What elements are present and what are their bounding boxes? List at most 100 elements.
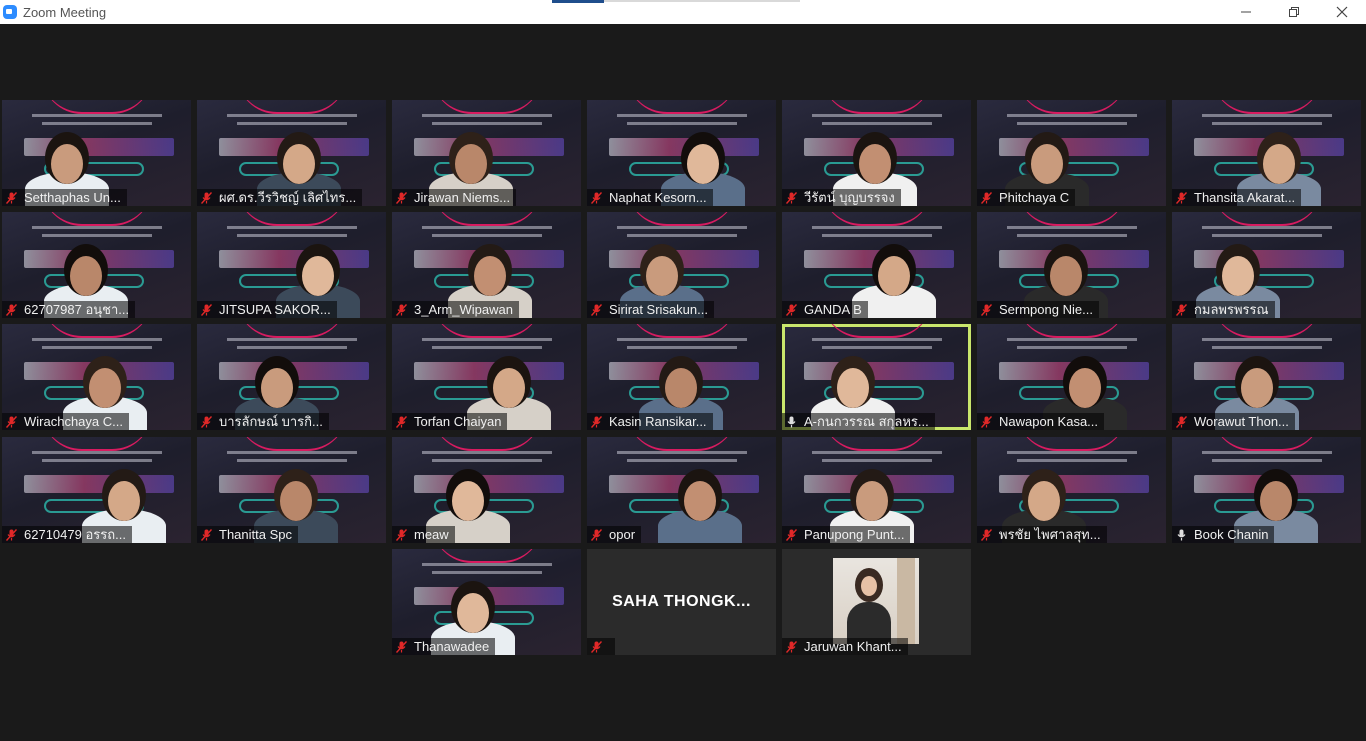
participant-tile[interactable]: 62710479 อรรถ...	[2, 437, 191, 543]
maximize-button[interactable]	[1270, 0, 1318, 24]
participant-name-bar: Setthaphas Un...	[2, 189, 127, 206]
participant-name-bar: meaw	[392, 526, 455, 543]
participant-tile[interactable]: Torfan Chaiyan	[392, 324, 581, 430]
close-icon	[1336, 6, 1348, 18]
participant-name: meaw	[414, 527, 449, 542]
window-controls	[1222, 0, 1366, 24]
muted-mic-icon	[981, 415, 992, 428]
muted-mic-icon	[201, 528, 212, 541]
participant-name-bar: Sermpong Nie...	[977, 301, 1099, 318]
participant-name-bar: Torfan Chaiyan	[392, 413, 508, 430]
slide-decoration	[42, 324, 152, 338]
participant-tile[interactable]: Kasin Ransikar...	[587, 324, 776, 430]
participant-tile[interactable]: Thansita Akarat...	[1172, 100, 1361, 206]
participant-name-bar: Sirirat Srisakun...	[587, 301, 714, 318]
participant-name: Panupong Punt...	[804, 527, 905, 542]
participant-name: A-กนกวรรณ สกุลหร...	[804, 414, 929, 429]
slide-decoration	[432, 100, 542, 114]
muted-mic-icon	[591, 191, 602, 204]
participant-tile[interactable]: Jaruwan Khant...	[782, 549, 971, 655]
participant-tile[interactable]: กมลพรพรรณ	[1172, 212, 1361, 318]
muted-mic-icon	[201, 415, 212, 428]
slide-decoration	[822, 100, 932, 114]
participant-tile[interactable]: SAHA THONGK...	[587, 549, 776, 655]
participant-name: opor	[609, 527, 636, 542]
minimize-button[interactable]	[1222, 0, 1270, 24]
participant-tile[interactable]: 3_Arm_Wipawan	[392, 212, 581, 318]
participant-name: 62710479 อรรถ...	[24, 527, 126, 542]
participant-name-bar: 62710479 อรรถ...	[2, 526, 132, 543]
participant-name: บารลักษณ์ บารกิ...	[219, 414, 323, 429]
participant-tile[interactable]: JITSUPA SAKOR...	[197, 212, 386, 318]
participant-name: Book Chanin	[1194, 527, 1269, 542]
participant-tile[interactable]: Thanawadee	[392, 549, 581, 655]
participant-tile[interactable]: Setthaphas Un...	[2, 100, 191, 206]
muted-mic-icon	[591, 640, 602, 653]
muted-mic-icon	[6, 528, 17, 541]
participant-name-bar: Book Chanin	[1172, 526, 1275, 543]
participant-tile[interactable]: พรชัย ไพศาลสุท...	[977, 437, 1166, 543]
participant-name: ผศ.ดร.วีรวิชญ์ เลิศไทร...	[219, 190, 357, 205]
participant-name: Naphat Kesorn...	[609, 190, 707, 205]
muted-mic-icon	[6, 191, 17, 204]
slide-decoration	[237, 324, 347, 338]
slide-decoration	[1017, 100, 1127, 114]
participant-name: Phitchaya C	[999, 190, 1070, 205]
participant-name-bar: opor	[587, 526, 642, 543]
participant-tile[interactable]: GANDA B	[782, 212, 971, 318]
muted-mic-icon	[396, 415, 407, 428]
muted-mic-icon	[6, 303, 17, 316]
participant-tile[interactable]: Thanitta Spc	[197, 437, 386, 543]
participant-tile[interactable]: Nawapon Kasa...	[977, 324, 1166, 430]
participant-name-bar: วีรัตน์ บุญบรรจง	[782, 189, 901, 206]
participant-name-bar: Panupong Punt...	[782, 526, 911, 543]
participant-tile[interactable]: บารลักษณ์ บารกิ...	[197, 324, 386, 430]
participant-name: Setthaphas Un...	[24, 190, 121, 205]
muted-mic-icon	[396, 640, 407, 653]
participant-tile[interactable]: Worawut Thon...	[1172, 324, 1361, 430]
participant-name-bar: Jirawan Niems...	[392, 189, 517, 206]
participant-tile[interactable]: วีรัตน์ บุญบรรจง	[782, 100, 971, 206]
participant-video	[655, 453, 745, 543]
slide-decoration	[822, 324, 932, 338]
slide-decoration	[1212, 437, 1322, 451]
participant-tile[interactable]: ผศ.ดร.วีรวิชญ์ เลิศไทร...	[197, 100, 386, 206]
participant-tile[interactable]: Wirachchaya C...	[2, 324, 191, 430]
muted-mic-icon	[591, 528, 602, 541]
participant-tile[interactable]: A-กนกวรรณ สกุลหร...	[782, 324, 971, 430]
participant-name-bar: Wirachchaya C...	[2, 413, 129, 430]
participant-tile[interactable]: Book Chanin	[1172, 437, 1361, 543]
slide-decoration	[432, 324, 542, 338]
slide-decoration	[822, 212, 932, 226]
participant-name-bar: GANDA B	[782, 301, 868, 318]
participant-tile[interactable]: Jirawan Niems...	[392, 100, 581, 206]
participant-tile[interactable]: Sermpong Nie...	[977, 212, 1166, 318]
muted-mic-icon	[786, 640, 797, 653]
participant-tile[interactable]: Phitchaya C	[977, 100, 1166, 206]
slide-decoration	[432, 212, 542, 226]
participant-tile[interactable]: Naphat Kesorn...	[587, 100, 776, 206]
participant-name: JITSUPA SAKOR...	[219, 302, 331, 317]
muted-mic-icon	[786, 191, 797, 204]
muted-mic-icon	[981, 303, 992, 316]
participant-tile[interactable]: meaw	[392, 437, 581, 543]
participant-name: Thansita Akarat...	[1194, 190, 1296, 205]
slide-decoration	[42, 100, 152, 114]
participant-tile[interactable]: opor	[587, 437, 776, 543]
slide-decoration	[1212, 324, 1322, 338]
slide-decoration	[1017, 324, 1127, 338]
participant-name-bar: กมลพรพรรณ	[1172, 301, 1275, 318]
slide-decoration	[432, 549, 542, 563]
participant-name-bar	[587, 638, 615, 655]
slide-decoration	[627, 437, 737, 451]
participant-tile[interactable]: Panupong Punt...	[782, 437, 971, 543]
muted-mic-icon	[6, 415, 17, 428]
close-button[interactable]	[1318, 0, 1366, 24]
muted-mic-icon	[1176, 415, 1187, 428]
muted-mic-icon	[1176, 303, 1187, 316]
title-bar: Zoom Meeting	[0, 0, 1366, 24]
gallery-view: Setthaphas Un... ผศ.ดร.วีรวิชญ์ เลิศไทร..…	[0, 24, 1366, 741]
slide-decoration	[1017, 437, 1127, 451]
participant-tile[interactable]: 62707987 อนุชา...	[2, 212, 191, 318]
participant-tile[interactable]: Sirirat Srisakun...	[587, 212, 776, 318]
